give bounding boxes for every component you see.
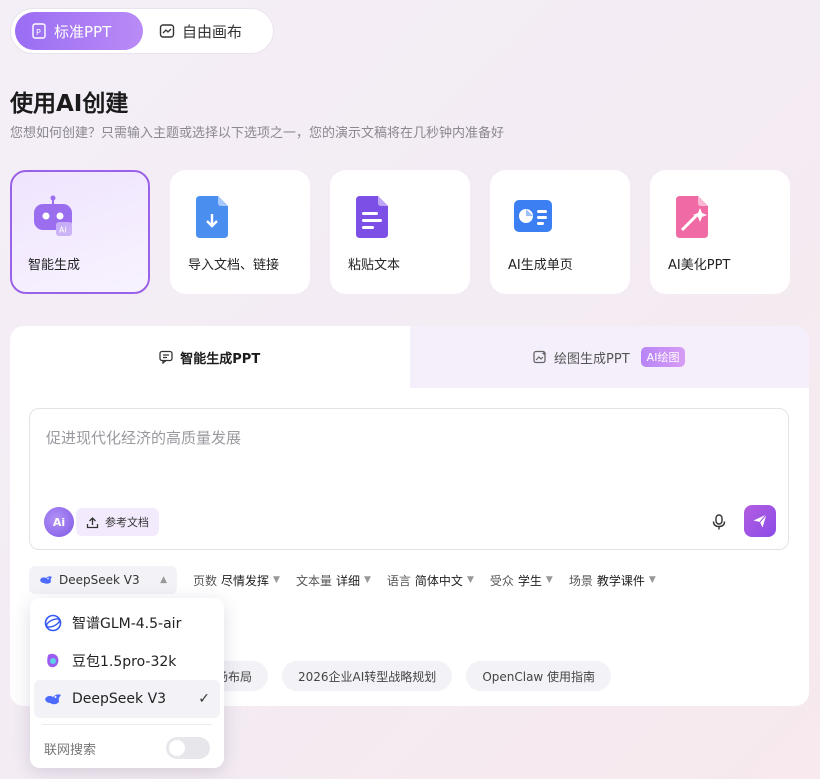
reference-doc-button[interactable]: 参考文档 (76, 508, 159, 536)
tab-smart-label: 智能生成PPT (180, 351, 261, 367)
scene-value: 教学课件 (596, 573, 645, 588)
card-smart-generate[interactable]: AI 智能生成 (10, 170, 150, 294)
import-doc-icon (196, 196, 228, 238)
pages-value: 尽情发挥 (221, 573, 270, 588)
chevron-down-icon: ▼ (648, 575, 656, 585)
ppt-file-icon: P (32, 23, 46, 39)
dropdown-divider (42, 724, 212, 725)
checkmark-icon: ✓ (198, 691, 210, 707)
chevron-up-icon: ▲ (160, 575, 167, 585)
send-icon (753, 514, 767, 528)
card-import-doc[interactable]: 导入文档、链接 (170, 170, 310, 294)
create-options: AI 智能生成 导入文档、链接 粘贴文本 AI生成单页 AI美化PPT (10, 170, 790, 294)
free-canvas-tab[interactable]: 自由画布 (143, 12, 258, 50)
scene-label: 场景 (568, 573, 593, 588)
chevron-down-icon: ▼ (363, 575, 371, 585)
card-paste-text[interactable]: 粘贴文本 (330, 170, 470, 294)
svg-text:P: P (36, 28, 41, 37)
model-option-label: 智谱GLM-4.5-air (72, 616, 182, 632)
card-label: 粘贴文本 (348, 258, 401, 273)
send-button[interactable] (744, 505, 776, 537)
audience-label: 受众 (489, 573, 514, 588)
model-option-label: DeepSeek V3 (72, 691, 167, 707)
scene-select[interactable]: 场景 教学课件 ▼ (569, 572, 656, 589)
tab-smart-ppt[interactable]: 智能生成PPT (10, 326, 410, 388)
robot-icon: AI (34, 195, 72, 236)
beautify-icon (676, 196, 708, 238)
card-label: 导入文档、链接 (188, 258, 280, 273)
audience-select[interactable]: 受众 学生 ▼ (490, 572, 553, 589)
language-select[interactable]: 语言 简体中文 ▼ (387, 572, 474, 589)
card-label: AI生成单页 (508, 258, 573, 273)
model-option-label: 豆包1.5pro-32k (72, 654, 177, 670)
language-label: 语言 (386, 573, 411, 588)
chat-icon (159, 350, 173, 364)
web-search-toggle[interactable] (166, 737, 210, 759)
suggestion-chips: 场布局 2026企业AI转型战略规划 OpenClaw 使用指南 (200, 661, 612, 691)
microphone-icon[interactable] (710, 513, 728, 531)
option-row: DeepSeek V3 ▲ 页数 尽情发挥 ▼ 文本量 详细 ▼ 语言 简体中文 ▼ 受众学… (29, 566, 656, 594)
chevron-down-icon: ▼ (545, 575, 553, 585)
model-option-doubao[interactable]: 豆包1.5pro-32k (34, 642, 220, 680)
ai-draw-badge: AI绘图 (640, 347, 686, 367)
standard-ppt-label: 标准PPT (54, 22, 112, 41)
deepseek-icon (45, 694, 61, 705)
ai-assistant-icon[interactable]: Ai (44, 507, 74, 537)
pages-select[interactable]: 页数 尽情发挥 ▼ (193, 572, 280, 589)
text-amount-select[interactable]: 文本量 详细 ▼ (296, 572, 371, 589)
text-amount-value: 详细 (335, 573, 360, 588)
page-subtitle: 您想如何创建？只需输入主题或选择以下选项之一，您的演示文稿将在几秒钟内准备好 (10, 126, 505, 141)
pages-label: 页数 (193, 573, 218, 588)
web-search-row: 联网搜索 (34, 731, 220, 765)
audience-value: 学生 (517, 573, 542, 588)
card-label: 智能生成 (28, 258, 81, 273)
canvas-icon (159, 24, 175, 38)
card-beautify-ppt[interactable]: AI美化PPT (650, 170, 790, 294)
generate-tabs: 智能生成PPT 绘图生成PPT AI绘图 (10, 326, 809, 388)
paste-text-icon (356, 196, 388, 238)
model-select-value: DeepSeek V3 (59, 573, 140, 587)
reference-doc-label: 参考文档 (105, 516, 149, 529)
suggestion-chip[interactable]: OpenClaw 使用指南 (466, 661, 612, 691)
standard-ppt-tab[interactable]: P 标准PPT (15, 12, 143, 50)
model-option-glm[interactable]: 智谱GLM-4.5-air (34, 604, 220, 642)
upload-icon (86, 516, 99, 528)
web-search-label: 联网搜索 (44, 742, 97, 758)
model-option-deepseek[interactable]: DeepSeek V3 ✓ (34, 680, 220, 718)
prompt-placeholder: 促进现代化经济的高质量发展 (46, 429, 242, 447)
page-title: 使用AI创建 (10, 91, 129, 117)
suggestion-chip[interactable]: 2026企业AI转型战略规划 (282, 661, 453, 691)
chevron-down-icon: ▼ (466, 575, 474, 585)
single-page-icon (514, 200, 552, 232)
chevron-down-icon: ▼ (273, 575, 280, 585)
card-label: AI美化PPT (668, 258, 731, 273)
language-value: 简体中文 (414, 573, 463, 588)
deepseek-icon (40, 576, 52, 584)
card-single-page[interactable]: AI生成单页 (490, 170, 630, 294)
svg-text:AI: AI (59, 226, 67, 235)
tab-draw-ppt[interactable]: 绘图生成PPT AI绘图 (409, 326, 809, 388)
doubao-icon (47, 653, 59, 668)
free-canvas-label: 自由画布 (182, 22, 243, 41)
model-select[interactable]: DeepSeek V3 ▲ (29, 566, 177, 594)
image-gen-icon (533, 350, 547, 364)
prompt-input[interactable]: 促进现代化经济的高质量发展 Ai 参考文档 (29, 408, 789, 550)
tab-draw-label: 绘图生成PPT (554, 351, 630, 367)
model-dropdown: 智谱GLM-4.5-air 豆包1.5pro-32k DeepSeek V3 ✓… (30, 598, 224, 768)
glm-icon (44, 614, 62, 632)
mode-toggle: P 标准PPT 自由画布 (10, 8, 274, 54)
text-amount-label: 文本量 (295, 573, 332, 588)
